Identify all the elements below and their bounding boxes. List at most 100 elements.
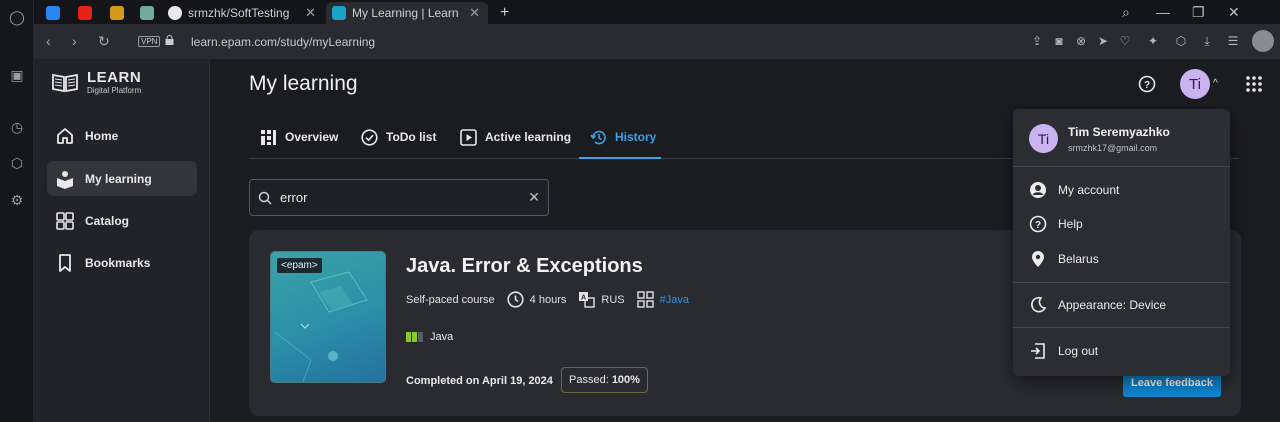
svg-text:?: ? (1144, 80, 1150, 91)
close-window-icon[interactable]: ✕ (1228, 4, 1240, 21)
course-type: Self-paced course (406, 293, 495, 306)
clear-search-icon[interactable]: ✕ (528, 189, 540, 206)
avatar[interactable]: Ti (1180, 69, 1210, 99)
tab-label: My Learning | Learn (352, 6, 459, 20)
settings-icon[interactable]: ⚙ (8, 191, 26, 209)
restore-icon[interactable]: ❐ (1192, 4, 1205, 21)
cube-icon[interactable]: ⬡ (1174, 34, 1188, 48)
course-tag-link[interactable]: #Java (660, 294, 689, 306)
help-icon[interactable]: ? (1138, 75, 1156, 93)
user-menu: Ti Tim Seremyazhko srmzhk17@gmail.com My… (1013, 109, 1230, 376)
bookmark-icon (59, 253, 71, 272)
menu-divider (1013, 327, 1230, 328)
sidebar-item-label: My learning (85, 171, 152, 186)
tab-active-learning[interactable]: Active learning (460, 123, 571, 151)
page-title: My learning (249, 72, 358, 95)
completion-date: Completed on April 19, 2024 (406, 375, 553, 387)
menu-item-label: Belarus (1058, 252, 1099, 266)
tab-youtube[interactable] (72, 2, 98, 24)
location-pin-icon (1032, 251, 1044, 267)
history-icon[interactable]: ◷ (8, 118, 26, 136)
tab-chatgpt[interactable] (134, 2, 160, 24)
course-meta: Self-paced course 4 hours A RUS #Java (406, 291, 689, 308)
extensions-icon[interactable]: ⬡ (8, 154, 26, 172)
clock-icon (507, 291, 524, 308)
learn-icon (332, 6, 346, 20)
reload-icon[interactable]: ↻ (98, 33, 110, 50)
heart-icon[interactable]: ♡ (1118, 34, 1132, 48)
easy-setup-icon[interactable]: ☰ (1226, 34, 1240, 48)
home-icon (57, 127, 73, 144)
url-field[interactable]: learn.epam.com/study/myLearning (191, 35, 375, 49)
active-tab-indicator (579, 157, 661, 159)
adblock-icon[interactable]: ⊗ (1074, 34, 1088, 48)
dashboard-icon (261, 129, 276, 145)
sidebar-item-my-learning[interactable]: My learning (47, 161, 197, 196)
level-label: Java (430, 331, 454, 343)
course-title[interactable]: Java. Error & Exceptions (406, 255, 643, 278)
course-language: RUS (601, 293, 625, 306)
chevron-up-icon[interactable]: ^ (1213, 78, 1218, 89)
minimize-icon[interactable]: — (1156, 4, 1170, 20)
vpn-badge[interactable]: VPN (138, 36, 161, 47)
passed-label: Passed: (569, 374, 609, 386)
sidebar-item-home[interactable]: Home (47, 118, 197, 153)
menu-item-my-account[interactable]: My account (1029, 179, 1119, 201)
tab-label: History (615, 130, 657, 144)
download-icon[interactable]: ⤓ (1200, 34, 1214, 48)
new-tab-button[interactable]: + (494, 2, 509, 24)
tab-history[interactable]: History (590, 123, 656, 151)
logo[interactable]: LEARN Digital Platform (51, 69, 141, 95)
back-icon[interactable]: ‹ (46, 33, 51, 49)
user-email: srmzhk17@gmail.com (1068, 143, 1158, 153)
logo-title: LEARN (87, 69, 142, 86)
search-input[interactable] (280, 190, 520, 205)
user-name: Tim Seremyazhko (1068, 125, 1170, 139)
tab-label: ToDo list (386, 130, 437, 144)
svg-text:A: A (581, 295, 586, 302)
aria-icon[interactable]: ▣ (8, 66, 26, 84)
menu-item-help[interactable]: ? Help (1029, 213, 1083, 235)
tab-overview[interactable]: Overview (260, 123, 338, 151)
send-icon[interactable]: ➤ (1096, 34, 1110, 48)
menu-item-logout[interactable]: Log out (1029, 340, 1098, 362)
tab-bolt[interactable] (104, 2, 130, 24)
sidebar-item-bookmarks[interactable]: Bookmarks (47, 245, 197, 280)
tab-github[interactable]: srmzhk/SoftTesting ✕ (162, 2, 324, 24)
translate-icon: A (579, 292, 596, 308)
book-logo-icon (52, 73, 78, 93)
camera-icon[interactable]: ◙ (1052, 34, 1066, 48)
course-duration: 4 hours (529, 293, 567, 306)
tab-todo-list[interactable]: ToDo list (361, 123, 436, 151)
opera-logo-icon[interactable]: ◯ (8, 8, 26, 26)
category-grid-icon (636, 291, 654, 308)
svg-text:?: ? (1035, 220, 1041, 231)
logout-icon (1031, 343, 1045, 359)
extension-icon[interactable]: ✦ (1146, 34, 1160, 48)
play-icon (460, 128, 477, 146)
forward-icon[interactable]: › (72, 33, 77, 49)
apps-grid-icon[interactable] (1245, 75, 1263, 93)
menu-item-location[interactable]: Belarus (1029, 248, 1099, 270)
help-icon: ? (1029, 215, 1047, 233)
share-icon[interactable]: ⇪ (1030, 34, 1044, 48)
close-icon[interactable]: ✕ (469, 5, 480, 21)
sidebar-item-label: Bookmarks (85, 255, 151, 270)
bolt-icon (110, 6, 124, 20)
course-thumbnail[interactable]: <epam> (270, 251, 386, 383)
sidebar-item-label: Home (85, 128, 119, 143)
logo-subtitle: Digital Platform (87, 86, 142, 95)
level-bars-icon (406, 332, 424, 342)
tab-vk[interactable] (40, 2, 66, 24)
search-box: ✕ (249, 179, 549, 216)
vk-icon (46, 6, 60, 20)
close-icon[interactable]: ✕ (305, 5, 316, 21)
menu-item-label: My account (1058, 183, 1120, 197)
menu-item-label: Appearance: Device (1058, 298, 1167, 312)
tab-my-learning[interactable]: My Learning | Learn ✕ (326, 2, 488, 24)
tab-label: Overview (285, 130, 339, 144)
profile-icon[interactable] (1252, 30, 1274, 52)
sidebar-item-catalog[interactable]: Catalog (47, 203, 197, 238)
search-tabs-icon[interactable]: ⌕ (1122, 4, 1130, 21)
menu-item-appearance[interactable]: Appearance: Device (1029, 294, 1166, 316)
